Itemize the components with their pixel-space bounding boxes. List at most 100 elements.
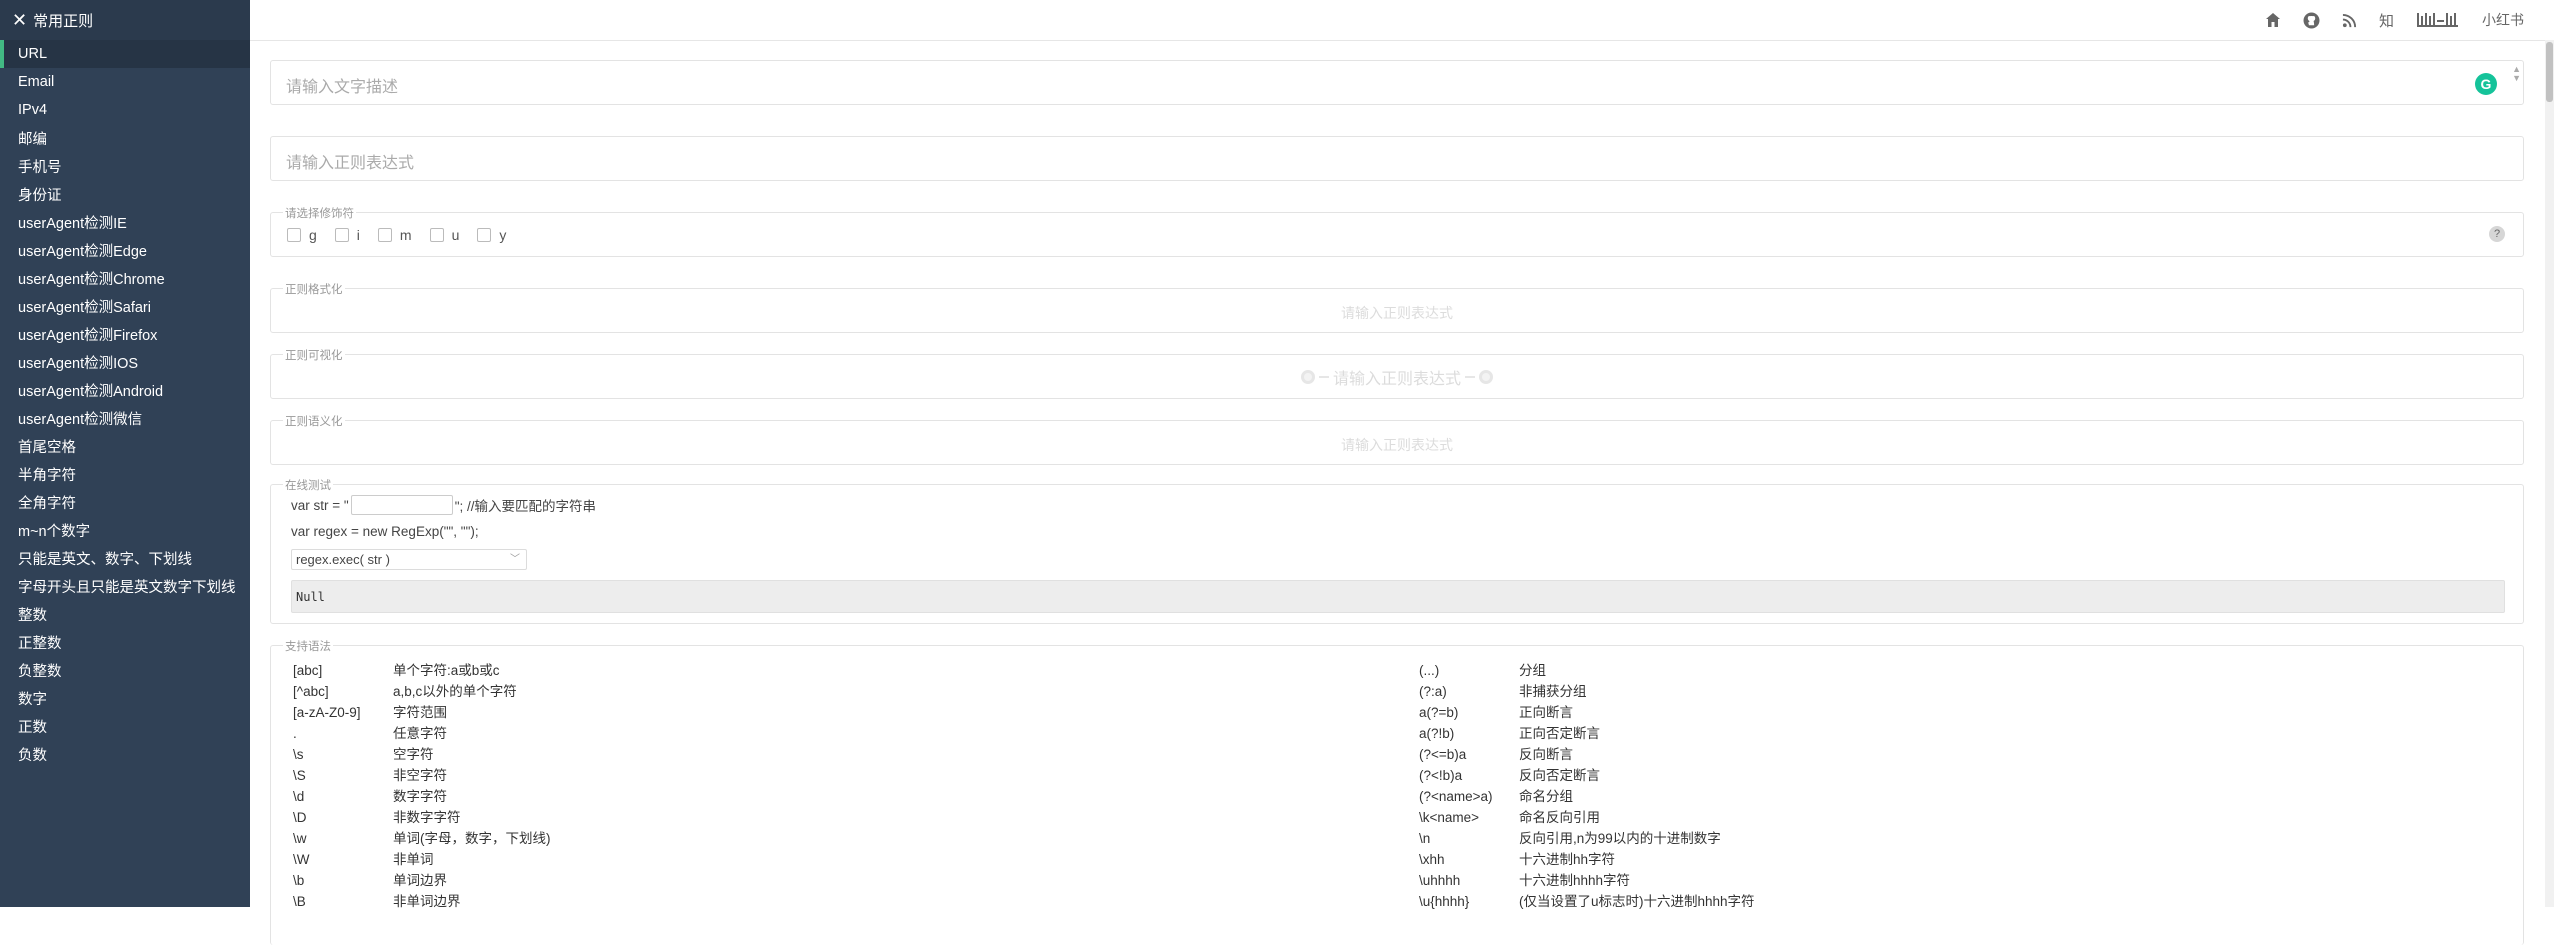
- flag-checkbox-u[interactable]: u: [429, 227, 459, 243]
- flag-checkbox-i[interactable]: i: [334, 227, 360, 243]
- syntax-row: \uhhhh 十六进制hhhh字符: [1419, 870, 1630, 891]
- syntax-row: \n 反向引用,n为99以内的十进制数字: [1419, 828, 1721, 849]
- sidebar-item[interactable]: userAgent检测IE: [0, 208, 250, 236]
- sidebar: ✕ 常用正则 URL Email IPv4 邮编 手机号 身份证 userAgent检测IE…: [0, 0, 250, 907]
- close-icon[interactable]: ✕: [12, 11, 27, 29]
- syntax-desc: 十六进制hh字符: [1519, 852, 1616, 867]
- page-scrollbar[interactable]: [2545, 40, 2554, 907]
- test-fieldset: 在线测试 var str = " "; //输入要匹配的字符串 var rege…: [270, 477, 2524, 624]
- test-string-input[interactable]: [350, 495, 453, 515]
- sidebar-item[interactable]: 只能是英文、数字、下划线: [0, 544, 250, 572]
- syntax-code: \k<name>: [1419, 810, 1480, 825]
- syntax-desc: 十六进制hhhh字符: [1519, 873, 1631, 888]
- syntax-row: (?<!b)a 反向否定断言: [1419, 765, 1600, 786]
- method-select[interactable]: regex.exec( str ) ﹀: [291, 549, 527, 570]
- format-fieldset: 正则格式化 请输入正则表达式: [270, 281, 2524, 333]
- scrollbar-thumb[interactable]: [2546, 42, 2553, 102]
- format-legend: 正则格式化: [283, 281, 345, 297]
- syntax-code: \s: [293, 747, 304, 762]
- syntax-code: \n: [1419, 831, 1431, 846]
- sidebar-header[interactable]: ✕ 常用正则: [0, 0, 250, 40]
- syntax-row: \u{hhhh} (仅当设置了u标志时)十六进制hhhh字符: [1419, 891, 1755, 912]
- top-icons: 知 小红书: [2265, 0, 2524, 40]
- checkbox-box[interactable]: [287, 228, 301, 242]
- sidebar-item[interactable]: 半角字符: [0, 460, 250, 488]
- syntax-code: [a-zA-Z0-9]: [293, 705, 361, 720]
- flag-checkbox-g[interactable]: g: [287, 227, 317, 243]
- sidebar-item[interactable]: 正数: [0, 712, 250, 740]
- checkbox-box[interactable]: [429, 228, 444, 242]
- grammarly-icon[interactable]: G: [2475, 73, 2497, 95]
- syntax-code: a(?=b): [1419, 705, 1459, 720]
- syntax-row: \b 单词边界: [293, 870, 447, 891]
- sidebar-item[interactable]: userAgent检测微信: [0, 404, 250, 432]
- top-bar: 知 小红书: [250, 0, 2554, 41]
- sidebar-item[interactable]: m~n个数字: [0, 516, 250, 544]
- syntax-code: (...): [1419, 663, 1440, 678]
- result-box: Null: [291, 580, 2505, 613]
- description-input[interactable]: 请输入文字描述 G ▲ ▼: [270, 60, 2524, 105]
- syntax-desc: 空字符: [393, 747, 434, 762]
- sidebar-item[interactable]: 邮编: [0, 124, 250, 152]
- checkbox-box[interactable]: [377, 228, 392, 242]
- syntax-code: (?:a): [1419, 684, 1447, 699]
- xiaohongshu-icon[interactable]: 小红书: [2482, 10, 2524, 30]
- syntax-row: (?<=b)a 反向断言: [1419, 744, 1573, 765]
- regex-input[interactable]: 请输入正则表达式: [270, 136, 2524, 181]
- result-text: Null: [296, 590, 325, 604]
- syntax-code: \b: [293, 873, 305, 888]
- flag-checkbox-y[interactable]: y: [477, 227, 506, 243]
- help-icon[interactable]: ?: [2489, 226, 2505, 242]
- syntax-code: \d: [293, 789, 305, 804]
- github-icon[interactable]: [2303, 12, 2320, 29]
- syntax-desc: 正向断言: [1519, 705, 1573, 720]
- test-line-str: var str = " "; //输入要匹配的字符串: [291, 495, 596, 515]
- sidebar-item[interactable]: 负数: [0, 740, 250, 768]
- checkbox-box[interactable]: [477, 228, 492, 242]
- syntax-row: [abc] 单个字符:a或b或c: [293, 660, 500, 681]
- visual-placeholder: 请输入正则表达式: [1332, 371, 1461, 388]
- sidebar-item[interactable]: userAgent检测Safari: [0, 292, 250, 320]
- sidebar-item[interactable]: 负整数: [0, 656, 250, 684]
- sidebar-item[interactable]: Email: [0, 68, 250, 96]
- syntax-row: \S 非空字符: [293, 765, 447, 786]
- regex-placeholder: 请输入正则表达式: [286, 155, 415, 172]
- sidebar-item[interactable]: IPv4: [0, 96, 250, 124]
- syntax-row: \xhh 十六进制hh字符: [1419, 849, 1615, 870]
- flag-checkbox-m[interactable]: m: [377, 227, 412, 243]
- resize-handle[interactable]: ▲ ▼: [2512, 65, 2521, 83]
- rss-icon[interactable]: [2342, 13, 2357, 28]
- bilibili-icon[interactable]: [2416, 11, 2460, 29]
- sidebar-item[interactable]: 数字: [0, 684, 250, 712]
- sidebar-item[interactable]: userAgent检测Firefox: [0, 320, 250, 348]
- checkbox-box[interactable]: [334, 228, 349, 242]
- syntax-desc: 非捕获分组: [1519, 684, 1587, 699]
- sidebar-item[interactable]: 身份证: [0, 180, 250, 208]
- sidebar-item[interactable]: 首尾空格: [0, 432, 250, 460]
- sidebar-title: 常用正则: [33, 12, 94, 30]
- syntax-desc: 分组: [1519, 663, 1546, 678]
- syntax-desc: 字符范围: [393, 705, 447, 720]
- sidebar-item[interactable]: 手机号: [0, 152, 250, 180]
- sidebar-item[interactable]: 字母开头且只能是英文数字下划线: [0, 572, 250, 600]
- syntax-code: (?<!b)a: [1419, 768, 1463, 783]
- visual-fieldset: 正则可视化 请输入正则表达式: [270, 347, 2524, 399]
- syntax-desc: 非单词: [393, 852, 434, 867]
- visual-diagram: 请输入正则表达式: [271, 365, 2523, 389]
- start-node-icon: [1300, 370, 1315, 384]
- sidebar-item[interactable]: userAgent检测Android: [0, 376, 250, 404]
- syntax-desc: 反向引用,n为99以内的十进制数字: [1519, 831, 1721, 846]
- sidebar-item[interactable]: URL: [0, 40, 250, 68]
- syntax-code: \uhhhh: [1419, 873, 1461, 888]
- zhihu-icon[interactable]: 知: [2379, 10, 2394, 31]
- sidebar-item[interactable]: 全角字符: [0, 488, 250, 516]
- syntax-code: \xhh: [1419, 852, 1445, 867]
- sidebar-item[interactable]: userAgent检测Chrome: [0, 264, 250, 292]
- sidebar-item[interactable]: userAgent检测IOS: [0, 348, 250, 376]
- home-icon[interactable]: [2265, 12, 2281, 28]
- flag-label: i: [356, 227, 360, 243]
- sidebar-item[interactable]: 整数: [0, 600, 250, 628]
- sidebar-item[interactable]: userAgent检测Edge: [0, 236, 250, 264]
- syntax-row: [^abc] a,b,c以外的单个字符: [293, 681, 517, 702]
- sidebar-item[interactable]: 正整数: [0, 628, 250, 656]
